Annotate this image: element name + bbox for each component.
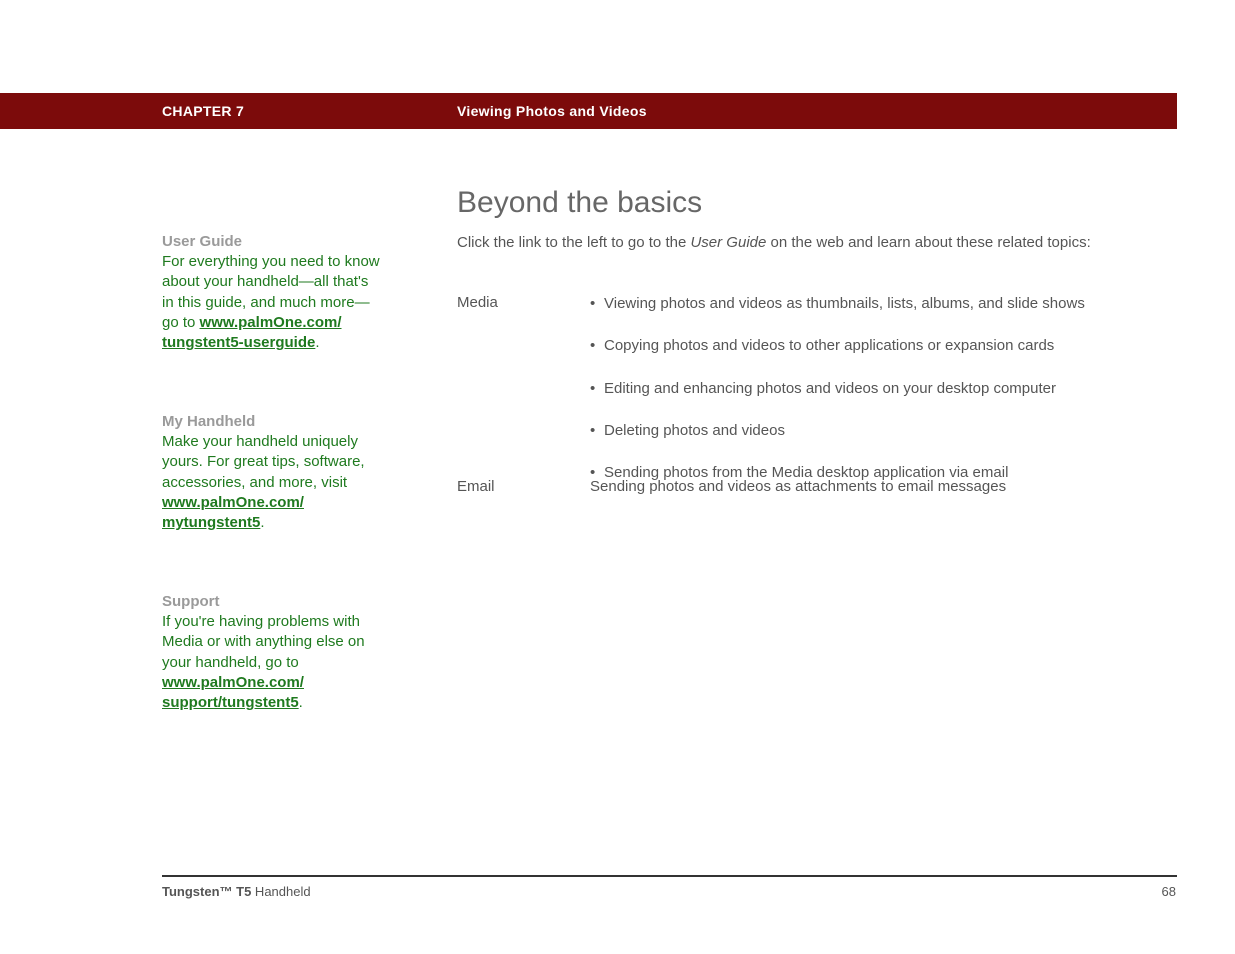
intro-prefix: Click the link to the left to go to the — [457, 234, 690, 251]
topic-label-email[interactable]: Email — [457, 478, 495, 495]
footer-product-rest: Handheld — [251, 884, 310, 899]
email-text: Sending photos and videos as attachments… — [590, 478, 1006, 495]
topic-content-media: Viewing photos and videos as thumbnails,… — [590, 294, 1170, 505]
media-item: Viewing photos and videos as thumbnails,… — [590, 294, 1170, 314]
link-line2: support/tungstent5 — [162, 694, 299, 711]
sidebar-my-handheld: My Handheld Make your handheld uniquely … — [162, 413, 382, 573]
intro-suffix: on the web and learn about these related… — [766, 234, 1090, 251]
sidebox-text-after: . — [299, 694, 303, 711]
topic-content-email: Sending photos and videos as attachments… — [590, 478, 1170, 495]
sidebox-text-before: If you're having problems with Media or … — [162, 613, 365, 671]
sidebar-support: Support If you're having problems with M… — [162, 593, 382, 753]
link-line1: www.palmOne.com/ — [162, 674, 304, 691]
intro-text: Click the link to the left to go to the … — [457, 234, 1177, 251]
my-handheld-link[interactable]: www.palmOne.com/mytungstent5 — [162, 494, 304, 531]
sidebox-title: My Handheld — [162, 413, 382, 430]
topic-label-media[interactable]: Media — [457, 294, 498, 311]
chapter-label: CHAPTER 7 — [162, 103, 244, 119]
media-item: Deleting photos and videos — [590, 421, 1170, 441]
sidebox-text-after: . — [315, 334, 319, 351]
sidebox-title: Support — [162, 593, 382, 610]
link-line2: tungstent5-userguide — [162, 334, 315, 351]
intro-emph: User Guide — [690, 234, 766, 251]
chapter-title: Viewing Photos and Videos — [457, 103, 647, 119]
support-link[interactable]: www.palmOne.com/support/tungstent5 — [162, 674, 304, 711]
link-line2: mytungstent5 — [162, 514, 260, 531]
header-bar: CHAPTER 7 Viewing Photos and Videos — [0, 93, 1177, 129]
sidebox-text: Make your handheld uniquely yours. For g… — [162, 432, 382, 533]
footer-rule — [162, 875, 1177, 877]
link-line1: www.palmOne.com/ — [162, 494, 304, 511]
sidebox-text: For everything you need to know about yo… — [162, 252, 382, 353]
link-line1: www.palmOne.com/ — [200, 314, 342, 331]
media-item: Editing and enhancing photos and videos … — [590, 379, 1170, 399]
footer-product: Tungsten™ T5 Handheld — [162, 884, 311, 899]
sidebox-text-after: . — [260, 514, 264, 531]
footer-product-bold: Tungsten™ T5 — [162, 884, 251, 899]
sidebox-title: User Guide — [162, 233, 382, 250]
page-heading: Beyond the basics — [457, 186, 702, 220]
sidebar-user-guide: User Guide For everything you need to kn… — [162, 233, 382, 393]
sidebox-text-before: Make your handheld uniquely yours. For g… — [162, 433, 365, 491]
page-number: 68 — [1162, 884, 1176, 899]
sidebox-text: If you're having problems with Media or … — [162, 612, 382, 713]
media-item: Copying photos and videos to other appli… — [590, 336, 1170, 356]
